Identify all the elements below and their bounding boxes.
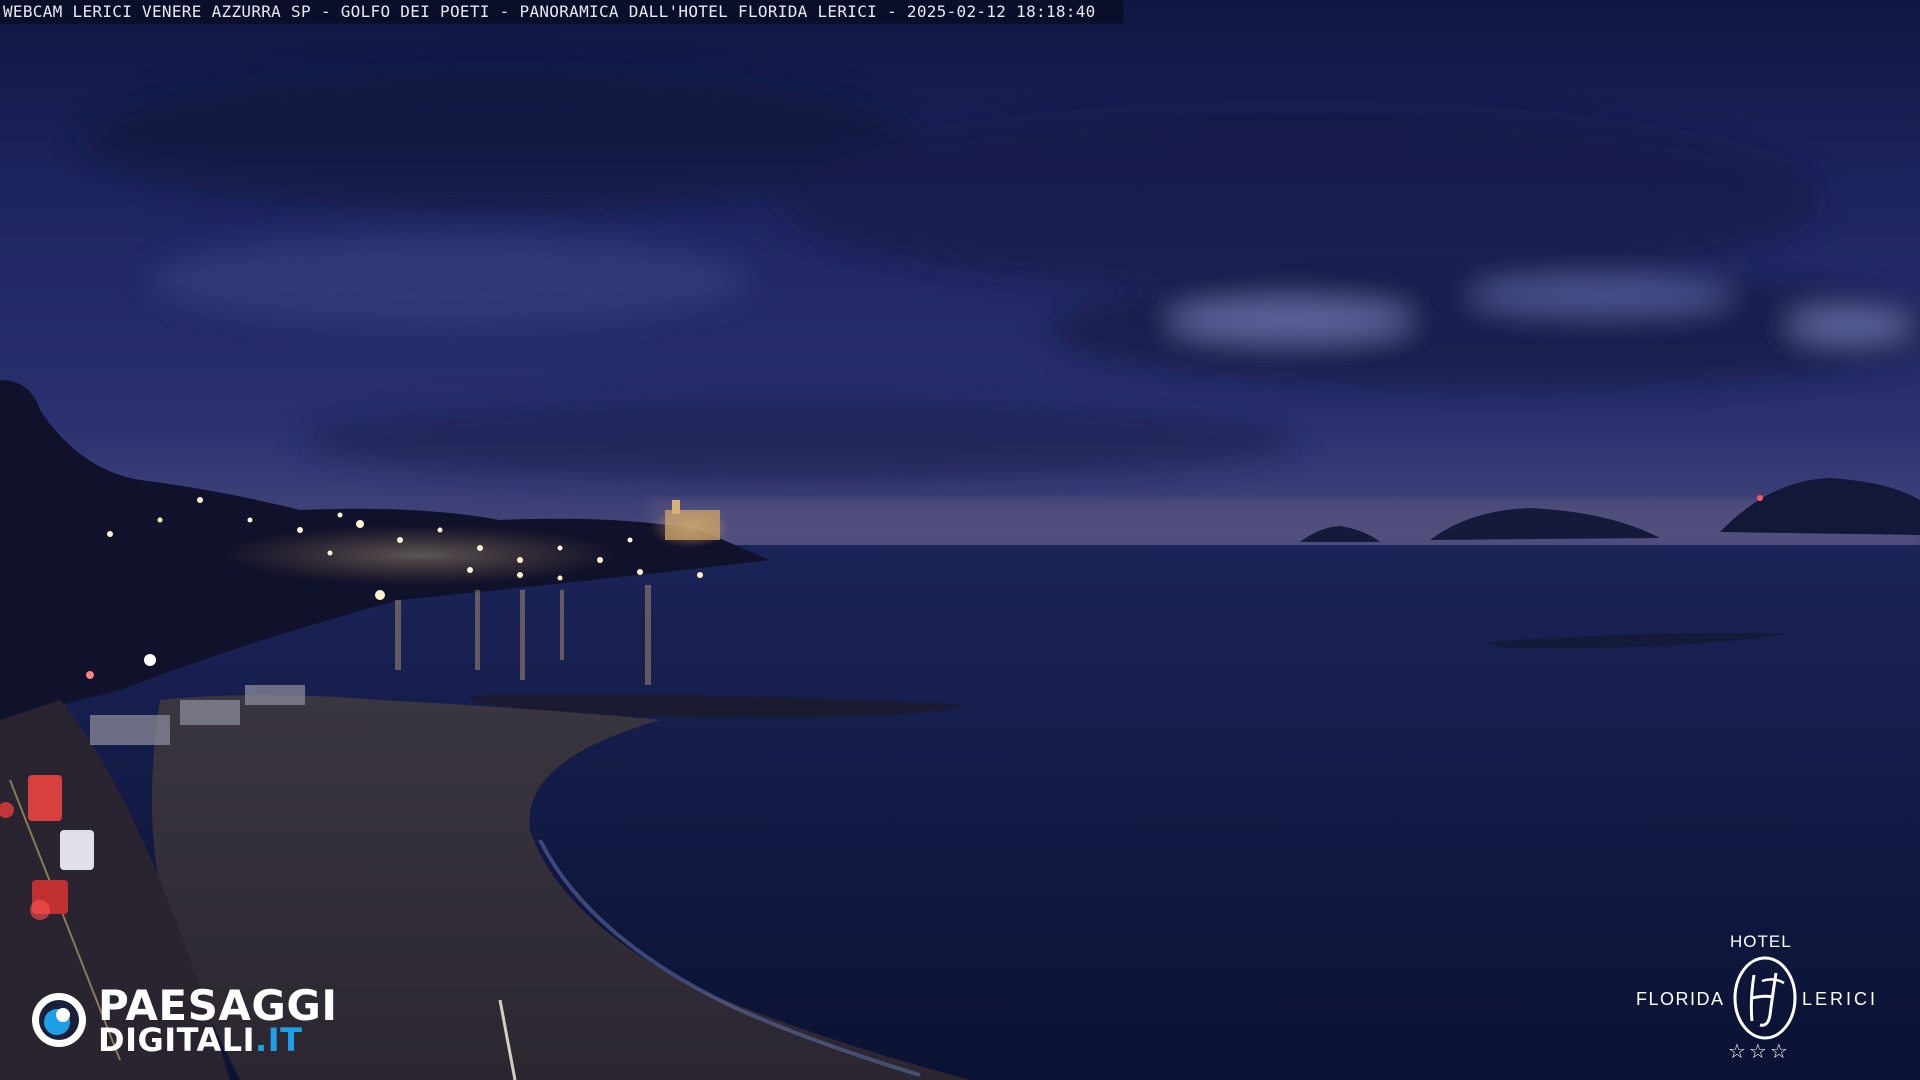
paesaggi-digitali-logo: PAESAGGI DIGITALI.IT <box>30 981 340 1059</box>
logo-text-digitali-main: DIGITALI <box>98 1021 256 1059</box>
eye-logo-icon <box>32 993 86 1047</box>
logo-text-hotel: HOTEL <box>1730 932 1792 951</box>
logo-text-lerici: LERICI <box>1802 989 1879 1009</box>
hotel-florida-logo: HOTEL FLORIDA LERICI ☆☆☆ <box>1630 930 1900 1070</box>
logo-text-digitali: DIGITALI.IT <box>98 1021 302 1059</box>
webcam-caption: WEBCAM LERICI VENERE AZZURRA SP - GOLFO … <box>0 0 1123 24</box>
hf-monogram-icon <box>1733 956 1797 1040</box>
logo-text-florida: FLORIDA <box>1636 989 1725 1009</box>
rating-stars-icon: ☆☆☆ <box>1728 1039 1791 1063</box>
webcam-scene <box>0 0 1920 1080</box>
logo-text-tld: .IT <box>255 1021 303 1059</box>
